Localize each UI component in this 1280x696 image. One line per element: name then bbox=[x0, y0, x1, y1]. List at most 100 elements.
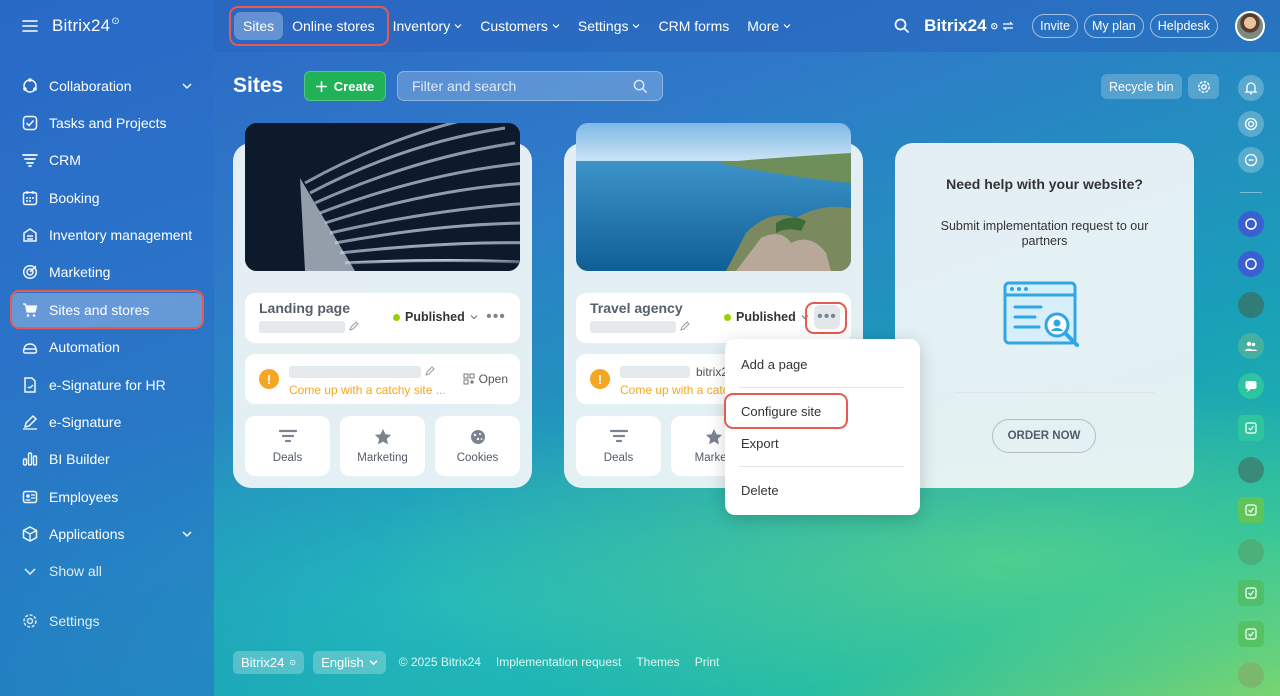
menu-item-delete[interactable]: Delete bbox=[741, 483, 779, 498]
create-button[interactable]: Create bbox=[304, 71, 386, 101]
my-plan-button[interactable]: My plan bbox=[1083, 14, 1144, 38]
divider bbox=[955, 392, 1155, 393]
collaboration-icon bbox=[22, 78, 38, 94]
edit-icon[interactable] bbox=[349, 321, 359, 331]
site-info: Travel agency Published ••• bbox=[576, 293, 851, 343]
status-dropdown[interactable]: Published bbox=[724, 310, 809, 324]
inventory-icon bbox=[22, 227, 38, 243]
plus-icon bbox=[315, 80, 327, 92]
edit-icon[interactable] bbox=[425, 366, 435, 376]
sidebar-item-sites-and-stores[interactable]: Sites and stores bbox=[10, 293, 204, 327]
search-input[interactable]: Filter and search bbox=[397, 71, 663, 101]
message-icon[interactable] bbox=[1238, 373, 1264, 399]
footer-brand-button[interactable]: Bitrix24 ⊙ bbox=[233, 650, 305, 674]
tab-crm-forms[interactable]: CRM forms bbox=[649, 12, 738, 40]
sidebar-item-label: Settings bbox=[49, 613, 100, 629]
tile-deals[interactable]: Deals bbox=[245, 416, 330, 476]
tile-deals[interactable]: Deals bbox=[576, 416, 661, 476]
tab-more[interactable]: More bbox=[738, 12, 800, 40]
sidebar-item-settings[interactable]: Settings bbox=[10, 604, 204, 638]
recycle-bin-button[interactable]: Recycle bin bbox=[1101, 74, 1182, 99]
chat-avatar-3[interactable] bbox=[1238, 292, 1264, 318]
tile-cookies[interactable]: Cookies bbox=[435, 416, 520, 476]
sidebar-item-label: Tasks and Projects bbox=[49, 115, 167, 131]
tab-settings[interactable]: Settings bbox=[569, 12, 650, 40]
hamburger-icon[interactable] bbox=[22, 19, 38, 33]
sidebar-item-marketing[interactable]: Marketing bbox=[10, 255, 204, 289]
menu-item-export[interactable]: Export bbox=[741, 436, 779, 451]
warning-text[interactable]: Come up with a catchy site ... bbox=[289, 383, 449, 397]
sidebar-item-applications[interactable]: Applications bbox=[10, 517, 204, 551]
warning-icon: ! bbox=[590, 369, 610, 389]
task-check-icon[interactable] bbox=[1238, 497, 1264, 523]
tab-inventory[interactable]: Inventory bbox=[384, 12, 472, 40]
tab-customers[interactable]: Customers bbox=[471, 12, 569, 40]
warning-text[interactable]: Come up with a catc bbox=[620, 383, 740, 397]
more-actions-button[interactable]: ••• bbox=[483, 305, 509, 329]
chevron-down-icon bbox=[470, 313, 478, 321]
pen-icon bbox=[22, 414, 38, 430]
copilot-icon[interactable] bbox=[1238, 111, 1264, 137]
footer-link-implementation[interactable]: Implementation request bbox=[496, 655, 621, 669]
site-url-blurred bbox=[620, 366, 690, 378]
site-name[interactable]: Landing page bbox=[259, 300, 350, 316]
chevron-down-icon bbox=[552, 22, 560, 30]
sidebar-item-show-all[interactable]: Show all bbox=[10, 554, 204, 588]
sidebar-item-tasks[interactable]: Tasks and Projects bbox=[10, 106, 204, 140]
task-check-icon[interactable] bbox=[1238, 621, 1264, 647]
chat-avatar-1[interactable] bbox=[1238, 211, 1264, 237]
brand-switcher[interactable]: Bitrix24 ⊙ bbox=[924, 16, 1014, 36]
language-select[interactable]: English bbox=[313, 650, 386, 674]
task-check-icon[interactable] bbox=[1238, 415, 1264, 441]
sidebar-item-esignature[interactable]: e-Signature bbox=[10, 405, 204, 439]
chevron-down-icon bbox=[632, 22, 640, 30]
tile-marketing[interactable]: Marketing bbox=[340, 416, 425, 476]
avatar[interactable] bbox=[1234, 11, 1265, 41]
star-icon bbox=[374, 428, 392, 445]
group-icon[interactable] bbox=[1238, 333, 1264, 359]
tab-sites[interactable]: Sites bbox=[234, 12, 284, 40]
chat-icon[interactable] bbox=[1238, 147, 1264, 173]
warning-icon: ! bbox=[259, 369, 279, 389]
search-icon[interactable] bbox=[894, 18, 910, 34]
sidebar-item-label: Applications bbox=[49, 526, 125, 542]
sidebar-item-crm[interactable]: CRM bbox=[10, 143, 204, 177]
chat-avatar-4[interactable] bbox=[1238, 457, 1264, 483]
menu-item-configure-site[interactable]: Configure site bbox=[741, 404, 821, 419]
menu-item-add-page[interactable]: Add a page bbox=[741, 357, 808, 372]
more-actions-button[interactable]: ••• bbox=[814, 305, 840, 329]
footer-link-print[interactable]: Print bbox=[695, 655, 720, 669]
bell-icon[interactable] bbox=[1238, 75, 1264, 101]
status-dropdown[interactable]: Published bbox=[393, 310, 478, 324]
sidebar: Bitrix24⊙ Collaboration Tasks and Projec… bbox=[0, 0, 214, 696]
bot-icon[interactable] bbox=[1238, 539, 1264, 565]
settings-button[interactable] bbox=[1188, 74, 1219, 99]
sidebar-item-collaboration[interactable]: Collaboration bbox=[10, 69, 204, 103]
chat-avatar-2[interactable] bbox=[1238, 251, 1264, 277]
gear-icon bbox=[22, 613, 38, 629]
sidebar-item-esignature-hr[interactable]: e-Signature for HR bbox=[10, 368, 204, 402]
sidebar-item-bi-builder[interactable]: BI Builder bbox=[10, 442, 204, 476]
task-check-icon[interactable] bbox=[1238, 580, 1264, 606]
site-name[interactable]: Travel agency bbox=[590, 300, 683, 316]
sidebar-item-automation[interactable]: Automation bbox=[10, 330, 204, 364]
site-thumbnail[interactable] bbox=[245, 123, 520, 271]
chevron-down-icon bbox=[182, 81, 192, 91]
sidebar-item-employees[interactable]: Employees bbox=[10, 480, 204, 514]
sidebar-item-booking[interactable]: Booking bbox=[10, 181, 204, 215]
app-logo[interactable]: Bitrix24⊙ bbox=[52, 16, 120, 36]
chat-avatar-5[interactable] bbox=[1238, 662, 1264, 688]
order-now-button[interactable]: ORDER NOW bbox=[992, 419, 1096, 453]
help-text: Submit implementation request to our par… bbox=[940, 219, 1149, 248]
edit-icon[interactable] bbox=[680, 321, 690, 331]
invite-button[interactable]: Invite bbox=[1032, 14, 1078, 38]
footer-link-themes[interactable]: Themes bbox=[636, 655, 679, 669]
right-rail bbox=[1230, 52, 1280, 696]
cookie-icon bbox=[470, 429, 486, 445]
tab-online-stores[interactable]: Online stores bbox=[283, 12, 383, 40]
sidebar-item-inventory[interactable]: Inventory management bbox=[10, 218, 204, 252]
cart-icon bbox=[22, 302, 38, 318]
open-site-button[interactable]: Open bbox=[463, 372, 508, 386]
helpdesk-button[interactable]: Helpdesk bbox=[1149, 14, 1218, 38]
site-thumbnail[interactable] bbox=[576, 123, 851, 271]
